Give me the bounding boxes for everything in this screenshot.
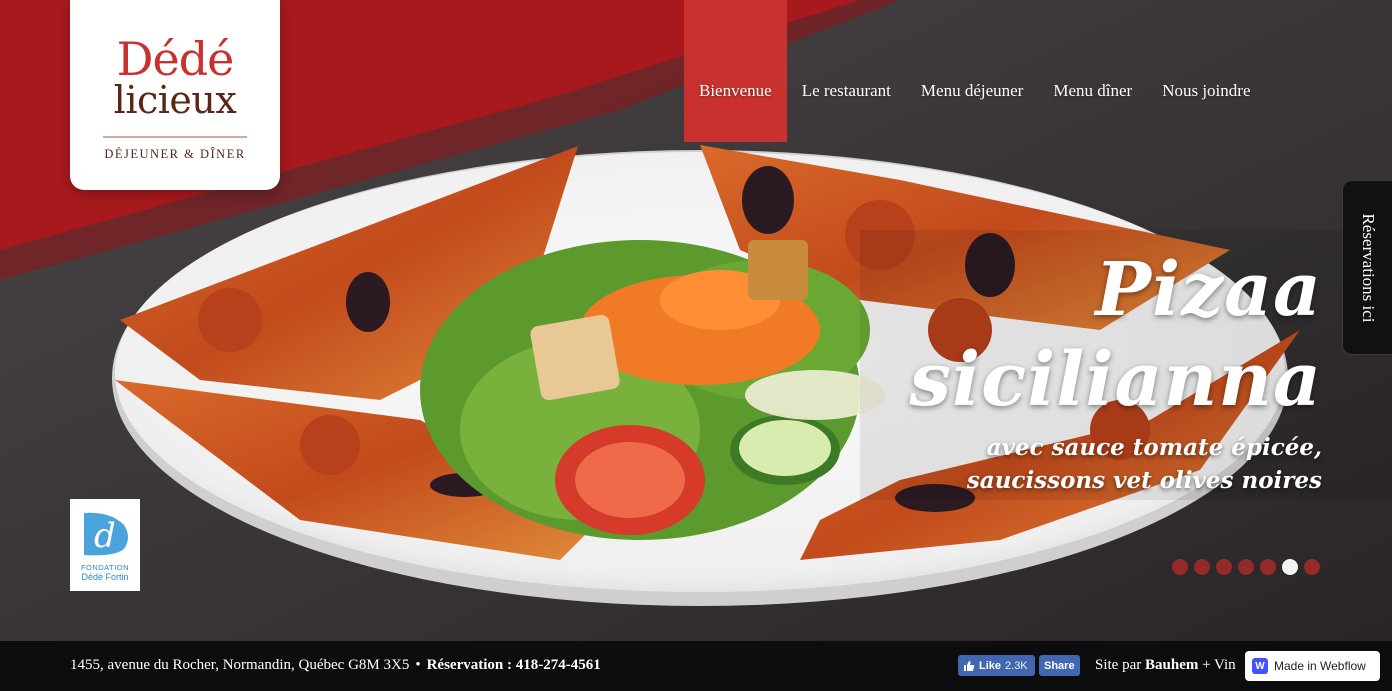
footer-address-line: 1455, avenue du Rocher, Normandin, Québe… [70,657,601,674]
fondation-dede-fortin-logo[interactable]: d FONDATION Dédé Fortin [70,499,140,591]
logo-divider [103,136,247,138]
facebook-like-label: Like [979,659,1002,672]
slide-title-line1: Pizaa [1095,247,1322,333]
fondation-line1: FONDATION [80,563,130,572]
slider-dot-active[interactable] [1282,559,1298,575]
svg-text:d: d [94,516,116,556]
slider-dot[interactable] [1260,559,1276,575]
logo-text-dede: Dédé [116,32,235,86]
facebook-share-label: Share [1044,659,1075,672]
facebook-like-count: 2.3K [1005,659,1028,672]
site-credit: Site par Bauhem + Vin [1095,657,1236,674]
site-credit-suffix[interactable]: + Vin [1198,657,1236,673]
main-nav: Bienvenue Le restaurant Menu déjeuner Me… [684,0,1265,142]
fondation-d-icon: d [80,507,130,559]
webflow-icon: W [1252,658,1268,674]
facebook-like-button[interactable]: Like 2.3K [958,655,1035,676]
webflow-badge-label: Made in Webflow [1274,659,1366,673]
nav-item-menu-dejeuner[interactable]: Menu déjeuner [906,0,1038,142]
nav-item-bienvenue[interactable]: Bienvenue [684,0,787,142]
fondation-line2: Dédé Fortin [81,572,129,582]
reservations-tab-label: Réservations ici [1358,212,1378,323]
footer: 1455, avenue du Rocher, Normandin, Québe… [0,641,1392,691]
reservations-tab[interactable]: Réservations ici [1342,180,1392,355]
made-in-webflow-badge[interactable]: W Made in Webflow [1245,651,1380,681]
nav-item-menu-diner[interactable]: Menu dîner [1038,0,1147,142]
slider-dot[interactable] [1172,559,1188,575]
slider-dot[interactable] [1216,559,1232,575]
slider-dots [1172,559,1320,575]
nav-item-nous-joindre[interactable]: Nous joindre [1147,0,1265,142]
nav-item-le-restaurant[interactable]: Le restaurant [787,0,906,142]
site-credit-bauhem[interactable]: Bauhem [1145,657,1198,673]
facebook-share-button[interactable]: Share [1039,655,1080,676]
thumbs-up-icon [964,660,975,671]
slider-dot[interactable] [1238,559,1254,575]
slide-title-line2: sicilianna [909,337,1322,423]
slide-caption: Pizaa sicilianna avec sauce tomate épicé… [909,245,1322,497]
logo-tagline: DÉJEUNER & DÎNER [104,147,246,161]
slide-subtitle-line1: avec sauce tomate épicée, [986,434,1322,461]
logo-text-licieux: licieux [113,78,237,122]
slide-subtitle-line2: saucissons vet olives noires [966,467,1322,494]
separator-bullet: • [415,657,421,673]
reservation-phone[interactable]: Réservation : 418-274-4561 [427,657,601,673]
slider-dot[interactable] [1194,559,1210,575]
logo[interactable]: Dédé licieux DÉJEUNER & DÎNER [70,0,280,190]
address-text: 1455, avenue du Rocher, Normandin, Québe… [70,657,410,673]
site-credit-prefix: Site par [1095,657,1145,673]
slider-dot[interactable] [1304,559,1320,575]
